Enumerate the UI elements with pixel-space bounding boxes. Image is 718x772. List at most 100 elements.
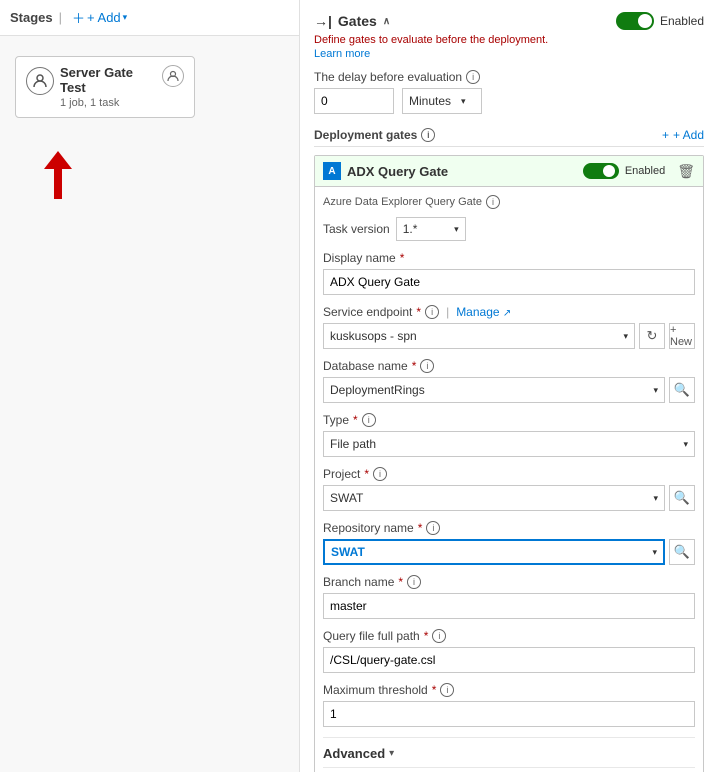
stages-label: Stages [10,10,53,25]
max-threshold-label: Maximum threshold * i [323,683,695,697]
add-button[interactable]: ＋ + Add ▾ [68,6,131,29]
database-search-button[interactable]: 🔍 [669,377,695,403]
type-select[interactable]: File path ▾ [323,431,695,457]
stage-card-user-icon[interactable] [162,65,184,87]
task-version-row: Task version 1.* ▾ [323,217,695,241]
gate-arrow-icon: →| [314,13,332,29]
database-chevron-icon: ▾ [653,385,658,396]
branch-info-icon[interactable]: i [407,575,421,589]
delay-info-icon[interactable]: i [466,70,480,84]
top-bar: Stages | ＋ + Add ▾ [0,0,299,36]
project-select[interactable]: SWAT ▾ [323,485,665,511]
gate-card-title: ADX Query Gate [347,164,577,179]
manage-external-icon: ↗ [503,308,511,319]
query-path-input[interactable] [323,647,695,673]
new-service-button[interactable]: + New [669,323,695,349]
stage-card[interactable]: Server Gate Test 1 job, 1 task [15,56,195,118]
query-path-info-icon[interactable]: i [432,629,446,643]
gates-toggle[interactable] [616,12,654,30]
gate-card-header: A ADX Query Gate Enabled 🗑 [315,156,703,187]
deployment-gates-add-button[interactable]: + + Add [662,128,704,142]
gates-chevron-icon: ∧ [383,16,390,27]
project-field: Project * i SWAT ▾ 🔍 [323,467,695,511]
service-endpoint-select[interactable]: kuskusops - spn ▾ [323,323,635,349]
gates-desc: Define gates to evaluate before the depl… [314,34,704,46]
delay-unit-value: Minutes [409,94,451,108]
project-info-icon[interactable]: i [373,467,387,481]
service-endpoint-info-icon[interactable]: i [425,305,439,319]
repo-name-row: SWAT ▾ 🔍 [323,539,695,565]
display-name-label: Display name * [323,251,695,265]
max-threshold-info-icon[interactable]: i [440,683,454,697]
arrow-shaft [54,169,62,199]
right-panel: →| Gates ∧ Enabled Define gates to evalu… [300,0,718,772]
stage-area: Server Gate Test 1 job, 1 task [0,36,299,138]
refresh-icon: ↻ [647,328,658,344]
database-info-icon[interactable]: i [420,359,434,373]
stage-card-person-icon [26,67,54,95]
database-name-select[interactable]: DeploymentRings ▾ [323,377,665,403]
max-threshold-input[interactable] [323,701,695,727]
delay-label: The delay before evaluation i [314,70,704,84]
project-chevron-icon: ▾ [653,493,658,504]
task-version-label: Task version [323,222,390,236]
gate-subtitle-info-icon[interactable]: i [486,195,500,209]
gates-header: →| Gates ∧ Enabled [314,12,704,30]
arrow-up [44,151,72,199]
gates-toggle-group: Enabled [616,12,704,30]
delete-gate-icon[interactable]: 🗑 [677,163,695,180]
plus-icon: + [662,128,669,142]
gates-toggle-label: Enabled [660,14,704,28]
deployment-gates-info-icon[interactable]: i [421,128,435,142]
add-label: + Add [87,10,121,25]
repo-name-select[interactable]: SWAT ▾ [323,539,665,565]
arrow-indicator [44,151,72,199]
gate-subtitle: Azure Data Explorer Query Gate i [323,195,695,209]
output-variables-section[interactable]: Output Variables ▾ [323,767,695,772]
project-search-button[interactable]: 🔍 [669,485,695,511]
type-field: Type * i File path ▾ [323,413,695,457]
add-chevron-icon: ▾ [123,12,128,23]
refresh-service-button[interactable]: ↻ [639,323,665,349]
delay-input[interactable] [314,88,394,114]
advanced-section[interactable]: Advanced ▾ [323,737,695,767]
left-panel: Stages | ＋ + Add ▾ Server Gate Test 1 jo… [0,0,300,772]
new-service-label: + New [670,324,694,348]
gate-toggle-group: Enabled [583,163,665,179]
branch-name-input[interactable] [323,593,695,619]
task-version-chevron-icon: ▾ [454,224,459,235]
gates-learn-more-link[interactable]: Learn more [314,48,704,60]
task-version-select[interactable]: 1.* ▾ [396,217,466,241]
delay-row: Minutes ▾ [314,88,704,114]
query-path-field: Query file full path * i [323,629,695,673]
deployment-gates-section: Deployment gates i + + Add [314,124,704,147]
divider: | [59,10,62,25]
gate-card: A ADX Query Gate Enabled 🗑 Azure Data Ex… [314,155,704,772]
manage-link[interactable]: Manage ↗ [456,305,511,319]
project-search-icon: 🔍 [674,490,690,506]
display-name-input[interactable] [323,269,695,295]
gate-toggle-label: Enabled [625,165,665,177]
advanced-label: Advanced [323,746,385,761]
repo-name-field: Repository name * i SWAT ▾ 🔍 [323,521,695,565]
type-info-icon[interactable]: i [362,413,376,427]
arrow-head [44,151,72,169]
display-name-field: Display name * [323,251,695,295]
gate-card-body: Azure Data Explorer Query Gate i Task ve… [315,187,703,772]
repo-info-icon[interactable]: i [426,521,440,535]
stage-card-info: Server Gate Test 1 job, 1 task [60,65,156,109]
service-endpoint-label: Service endpoint * i | Manage ↗ [323,305,695,319]
query-path-label: Query file full path * i [323,629,695,643]
project-row: SWAT ▾ 🔍 [323,485,695,511]
database-name-field: Database name * i DeploymentRings ▾ 🔍 [323,359,695,403]
service-endpoint-field: Service endpoint * i | Manage ↗ kuskusop… [323,305,695,349]
repo-chevron-icon: ▾ [652,547,657,558]
repo-name-label: Repository name * i [323,521,695,535]
delay-unit-select[interactable]: Minutes ▾ [402,88,482,114]
gates-title: →| Gates ∧ [314,13,390,29]
delay-unit-chevron-icon: ▾ [461,96,466,107]
database-name-label: Database name * i [323,359,695,373]
gate-toggle[interactable] [583,163,619,179]
repo-search-button[interactable]: 🔍 [669,539,695,565]
search-icon: 🔍 [674,382,690,398]
